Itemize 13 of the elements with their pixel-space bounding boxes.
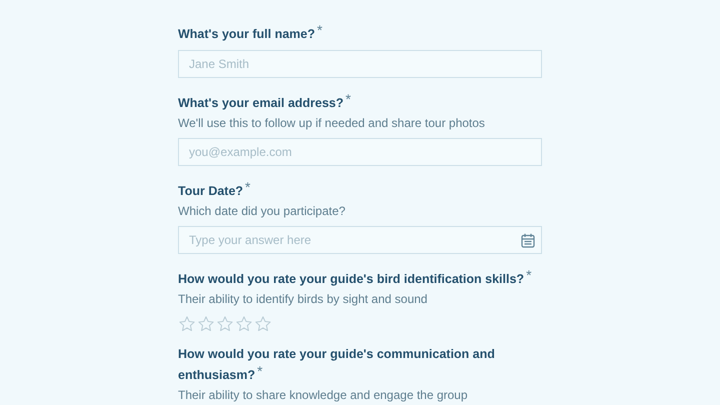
question-description: Their ability to identify birds by sight and sound xyxy=(178,291,428,307)
question-description: Which date did you participate? xyxy=(178,203,346,219)
star-icon[interactable] xyxy=(197,315,215,333)
star-icon[interactable] xyxy=(216,315,234,333)
date-field[interactable]: Type your answer here xyxy=(178,226,542,254)
star-icon[interactable] xyxy=(254,315,272,333)
calendar-icon[interactable] xyxy=(521,233,535,248)
question-description: We'll use this to follow up if needed and share tour photos xyxy=(178,115,486,131)
star-icon[interactable] xyxy=(178,315,196,333)
text-field[interactable]: you@example.com xyxy=(178,138,542,166)
question-description: Their ability to share knowledge and engage the group xyxy=(178,387,469,403)
text-field[interactable]: Jane Smith xyxy=(178,50,542,78)
star-icon[interactable] xyxy=(235,315,253,333)
